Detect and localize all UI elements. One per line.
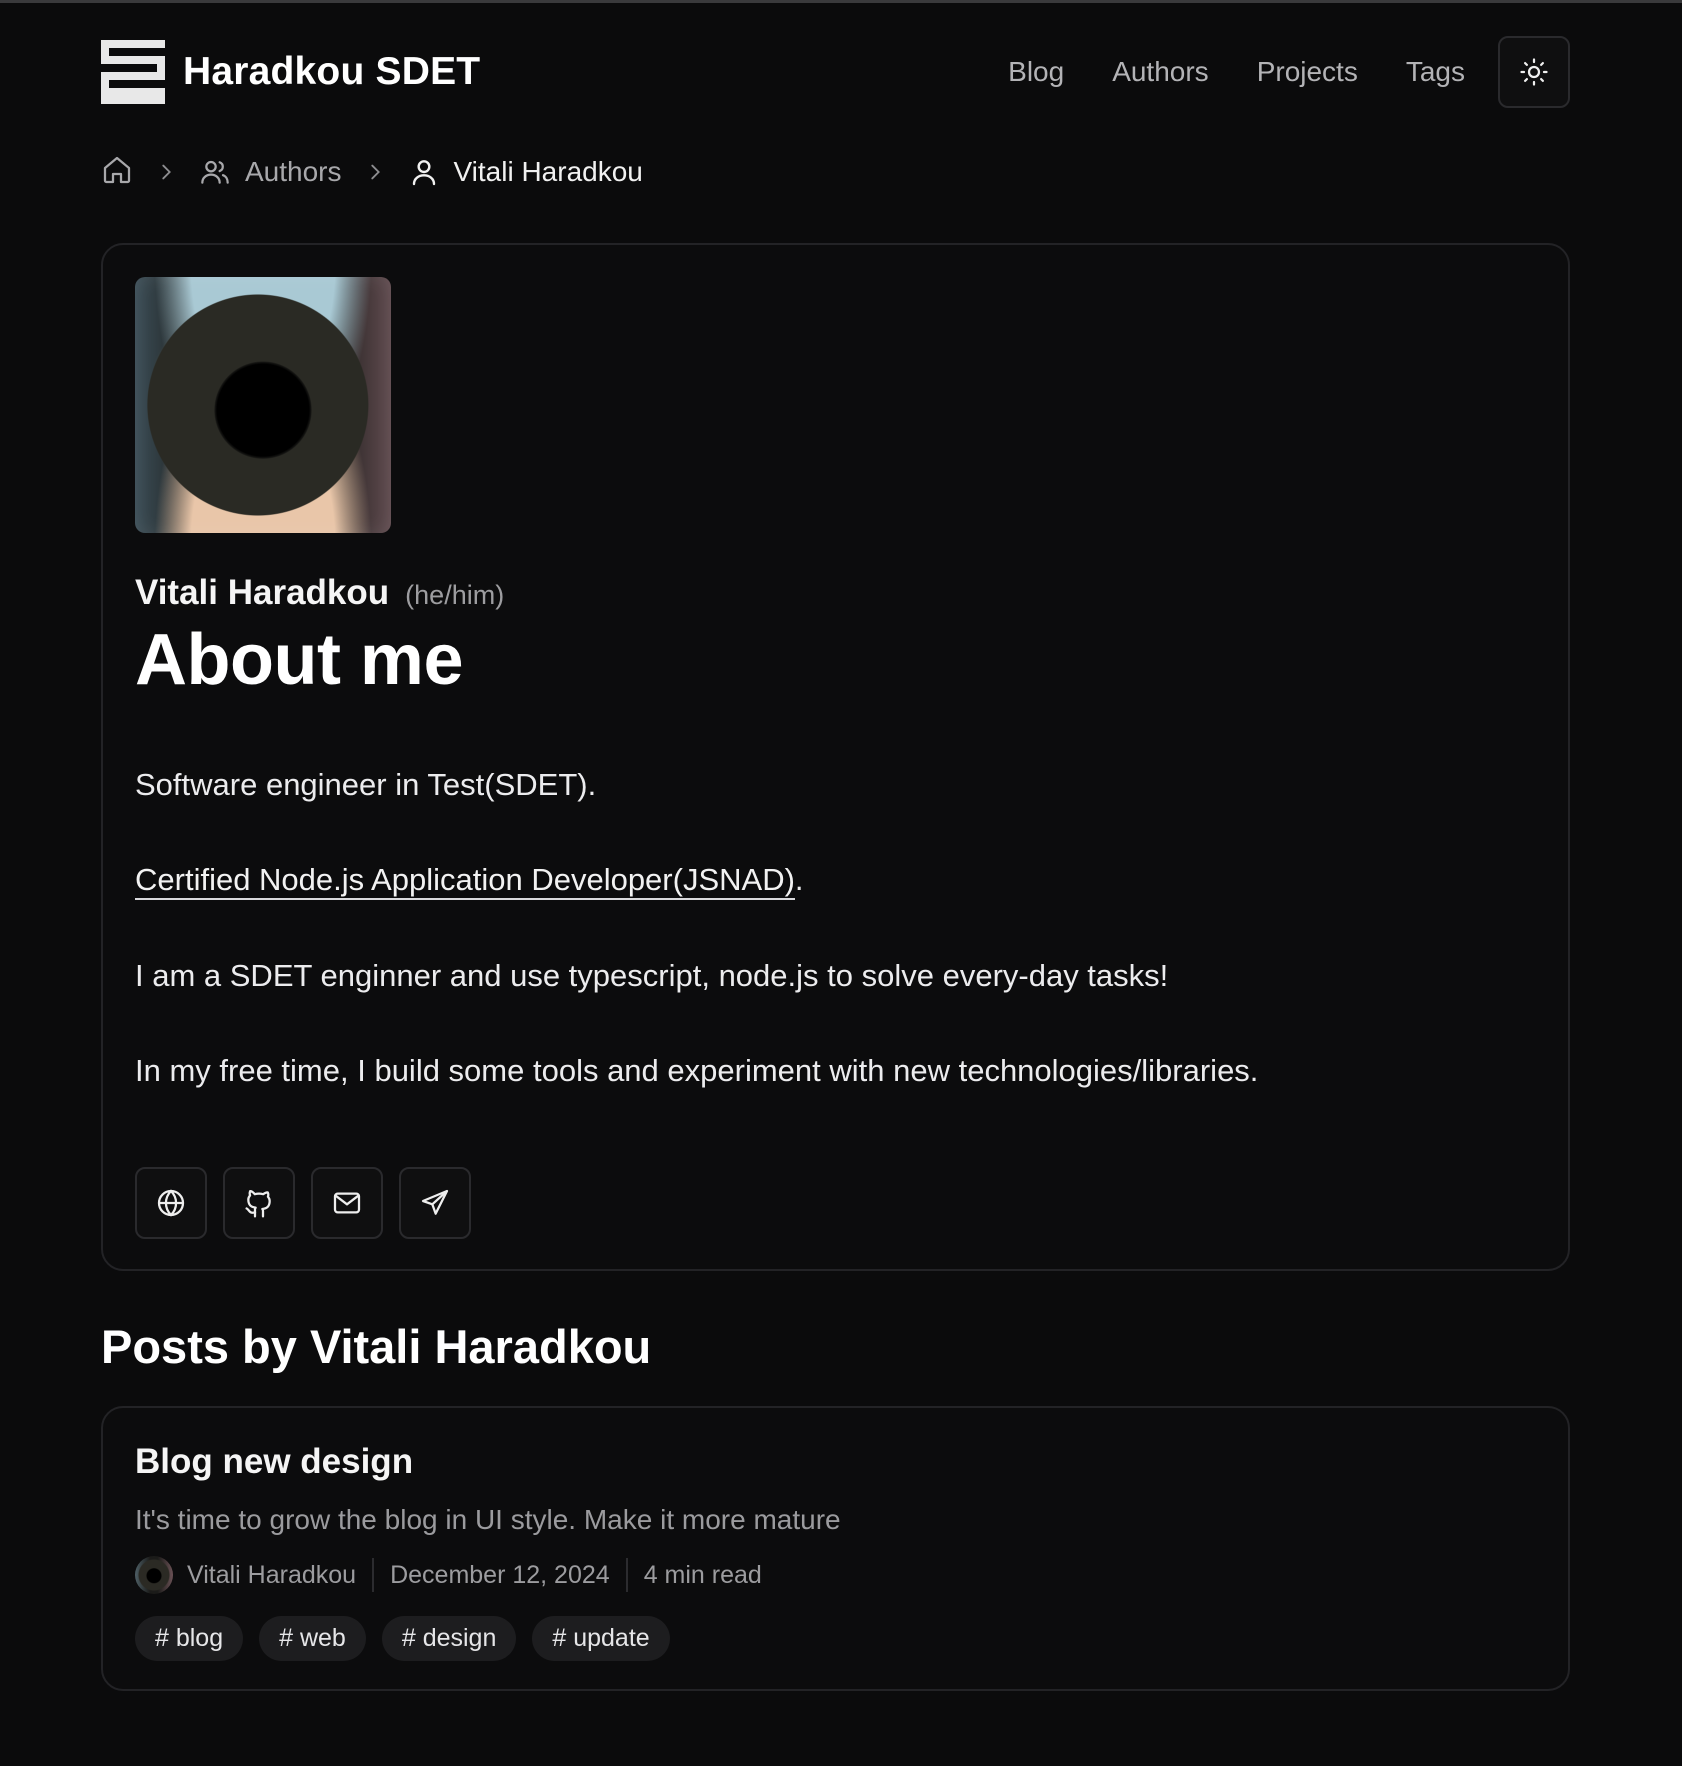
breadcrumb-current: Vitali Haradkou xyxy=(408,156,643,188)
meta-divider xyxy=(372,1558,375,1593)
meta-divider xyxy=(625,1558,628,1593)
post-card[interactable]: Blog new design It's time to grow the bl… xyxy=(101,1406,1570,1692)
stacked-bars-logo-icon xyxy=(101,40,165,104)
theme-toggle-button[interactable] xyxy=(1498,36,1570,108)
post-date: December 12, 2024 xyxy=(390,1560,610,1589)
sun-icon xyxy=(1519,57,1549,87)
email-link-button[interactable] xyxy=(311,1167,383,1240)
author-profile-card: Vitali Haradkou (he/him) About me Softwa… xyxy=(101,243,1570,1272)
website-link-button[interactable] xyxy=(135,1167,207,1240)
telegram-link-button[interactable] xyxy=(399,1167,471,1240)
bio-line-stack: I am a SDET enginner and use typescript,… xyxy=(135,957,1169,993)
tag-blog[interactable]: # blog xyxy=(135,1616,244,1662)
certification-link[interactable]: Certified Node.js Application Developer(… xyxy=(135,862,795,901)
nav-tags[interactable]: Tags xyxy=(1406,56,1465,88)
post-description: It's time to grow the blog in UI style. … xyxy=(135,1504,841,1536)
github-link-button[interactable] xyxy=(223,1167,295,1240)
post-author-avatar xyxy=(135,1556,173,1595)
send-icon xyxy=(419,1187,451,1219)
certification-suffix: . xyxy=(794,862,804,898)
page: Haradkou SDET Blog Authors Projects Tags xyxy=(0,0,1682,1766)
author-name: Vitali Haradkou xyxy=(135,573,390,612)
nav-authors[interactable]: Authors xyxy=(1112,56,1209,88)
nav-blog[interactable]: Blog xyxy=(1008,56,1064,88)
breadcrumb-current-label: Vitali Haradkou xyxy=(453,156,643,187)
home-icon xyxy=(101,154,133,186)
post-read-time: 4 min read xyxy=(643,1560,762,1589)
post-tags: # blog # web # design # update xyxy=(135,1616,1536,1662)
breadcrumb-authors-label: Authors xyxy=(245,156,342,187)
nav-projects[interactable]: Projects xyxy=(1257,56,1358,88)
tag-design[interactable]: # design xyxy=(381,1616,517,1662)
tag-web[interactable]: # web xyxy=(259,1616,366,1662)
posts-heading: Posts by Vitali Haradkou xyxy=(101,1320,652,1374)
author-avatar xyxy=(135,277,391,533)
about-title: About me xyxy=(135,620,463,700)
chevron-right-icon xyxy=(364,161,386,183)
tag-update[interactable]: # update xyxy=(532,1616,670,1662)
brand-title: Haradkou SDET xyxy=(183,50,481,93)
bio-line-free-time: In my free time, I build some tools and … xyxy=(135,1052,1259,1088)
breadcrumb-authors[interactable]: Authors xyxy=(199,156,342,188)
bio-line-certification: Certified Node.js Application Developer(… xyxy=(135,860,1536,901)
post-author[interactable]: Vitali Haradkou xyxy=(187,1561,356,1590)
site-header: Haradkou SDET Blog Authors Projects Tags xyxy=(101,0,1570,140)
main-nav: Blog Authors Projects Tags xyxy=(960,36,1570,108)
post-meta: Vitali Haradkou December 12, 2024 4 min … xyxy=(135,1556,1536,1595)
author-pronouns: (he/him) xyxy=(405,580,505,610)
social-links xyxy=(135,1167,1536,1240)
users-icon xyxy=(199,156,231,188)
globe-icon xyxy=(155,1187,187,1219)
chevron-right-icon xyxy=(155,161,177,183)
breadcrumb-home[interactable] xyxy=(101,154,133,191)
mail-icon xyxy=(331,1187,363,1219)
author-bio: Software engineer in Test(SDET). Certifi… xyxy=(135,765,1536,1091)
github-icon xyxy=(243,1187,275,1219)
bio-line-role: Software engineer in Test(SDET). xyxy=(135,767,597,802)
breadcrumb: Authors Vitali Haradkou xyxy=(101,137,1570,207)
brand-link[interactable]: Haradkou SDET xyxy=(101,40,480,104)
post-title[interactable]: Blog new design xyxy=(135,1442,1536,1482)
author-name-row: Vitali Haradkou (he/him) xyxy=(135,573,1536,613)
user-icon xyxy=(408,156,440,188)
